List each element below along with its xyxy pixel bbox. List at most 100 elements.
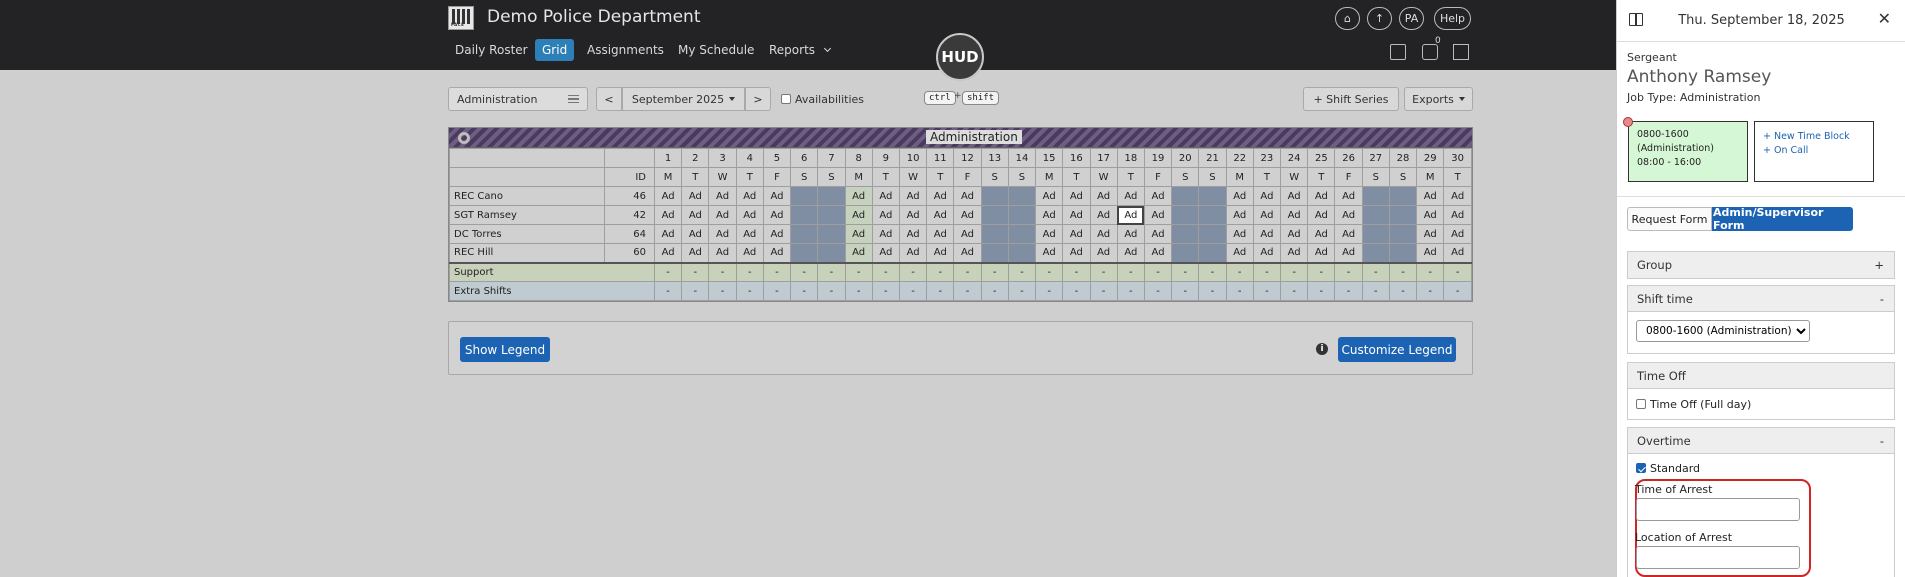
schedule-cell[interactable] <box>817 205 846 225</box>
day-number[interactable]: 2 <box>681 148 710 168</box>
day-number[interactable]: 9 <box>871 148 900 168</box>
empty-cell[interactable]: - <box>708 261 737 282</box>
empty-cell[interactable]: - <box>980 281 1009 301</box>
gear-icon[interactable] <box>458 132 470 144</box>
day-number[interactable]: 30 <box>1443 148 1472 168</box>
empty-cell[interactable]: - <box>1334 281 1363 301</box>
day-number[interactable]: 6 <box>790 148 819 168</box>
schedule-cell[interactable]: Ad <box>708 205 737 225</box>
schedule-cell[interactable]: Ad <box>1062 205 1091 225</box>
schedule-cell[interactable]: Ad <box>1416 205 1445 225</box>
empty-cell[interactable]: - <box>1007 281 1037 301</box>
schedule-cell[interactable]: Ad <box>1035 243 1064 263</box>
empty-cell[interactable]: - <box>953 281 982 301</box>
empty-cell[interactable]: - <box>953 261 982 282</box>
schedule-cell[interactable]: Ad <box>1307 243 1336 263</box>
time-off-body[interactable]: Time Off (Full day) <box>1628 389 1894 419</box>
schedule-cell[interactable] <box>1198 205 1227 225</box>
empty-cell[interactable]: - <box>1443 281 1472 301</box>
nav-reports[interactable]: Reports <box>769 43 831 57</box>
empty-cell[interactable]: - <box>1416 281 1445 301</box>
availabilities-toggle[interactable]: Availabilities <box>781 93 864 106</box>
collapse-icon[interactable]: - <box>1880 292 1884 306</box>
schedule-cell[interactable]: Ad <box>1416 224 1445 244</box>
day-number[interactable]: 10 <box>898 148 928 168</box>
schedule-cell[interactable] <box>1388 224 1418 244</box>
schedule-cell[interactable] <box>1007 243 1037 263</box>
time-block[interactable]: 0800-1600 (Administration) 08:00 - 16:00 <box>1628 121 1748 182</box>
schedule-cell[interactable]: Ad <box>1252 224 1282 244</box>
empty-cell[interactable]: - <box>844 261 873 282</box>
schedule-cell[interactable]: Ad <box>1280 243 1309 263</box>
schedule-cell[interactable]: Ad <box>1089 205 1118 225</box>
schedule-cell[interactable]: Ad <box>1307 224 1336 244</box>
schedule-cell[interactable] <box>790 205 819 225</box>
empty-cell[interactable]: - <box>653 261 683 282</box>
schedule-cell[interactable]: Ad <box>1062 224 1091 244</box>
schedule-cell[interactable] <box>817 224 846 244</box>
schedule-cell[interactable] <box>1388 243 1418 263</box>
building-icon[interactable]: ⌂ <box>1335 7 1360 30</box>
schedule-cell[interactable]: Ad <box>735 224 764 244</box>
empty-cell[interactable]: - <box>1116 261 1145 282</box>
empty-cell[interactable]: - <box>844 281 873 301</box>
schedule-cell[interactable]: Ad <box>1116 205 1145 225</box>
schedule-cell[interactable]: Ad <box>1443 243 1472 263</box>
empty-cell[interactable]: - <box>653 281 683 301</box>
schedule-cell[interactable]: Ad <box>1225 224 1254 244</box>
schedule-cell[interactable]: Ad <box>1334 224 1363 244</box>
schedule-cell[interactable]: Ad <box>1062 243 1091 263</box>
schedule-cell[interactable]: Ad <box>1116 243 1145 263</box>
schedule-cell[interactable] <box>1361 224 1390 244</box>
day-number[interactable]: 26 <box>1334 148 1363 168</box>
day-number[interactable]: 12 <box>953 148 982 168</box>
app-title[interactable]: Demo Police Department <box>487 7 701 27</box>
exports-button[interactable]: Exports <box>1404 87 1473 111</box>
schedule-cell[interactable] <box>980 205 1009 225</box>
day-number[interactable]: 19 <box>1143 148 1173 168</box>
schedule-cell[interactable]: Ad <box>1280 186 1309 206</box>
empty-cell[interactable]: - <box>1361 261 1390 282</box>
day-number[interactable]: 1 <box>653 148 683 168</box>
schedule-cell[interactable]: Ad <box>653 205 683 225</box>
schedule-cell[interactable] <box>980 243 1009 263</box>
group-section-header[interactable]: Group + <box>1628 252 1894 278</box>
schedule-cell[interactable]: Ad <box>762 224 792 244</box>
day-number[interactable]: 7 <box>817 148 846 168</box>
schedule-cell[interactable]: Ad <box>1280 205 1309 225</box>
empty-cell[interactable]: - <box>1334 261 1363 282</box>
empty-cell[interactable]: - <box>980 261 1009 282</box>
officer-name-cell[interactable]: REC Hill <box>449 243 605 263</box>
schedule-cell[interactable]: Ad <box>1252 205 1282 225</box>
schedule-cell[interactable] <box>790 186 819 206</box>
next-month-button[interactable]: > <box>745 87 771 111</box>
empty-cell[interactable]: - <box>898 261 928 282</box>
empty-cell[interactable]: - <box>1143 261 1173 282</box>
empty-cell[interactable]: - <box>1307 261 1336 282</box>
empty-cell[interactable]: - <box>898 281 928 301</box>
schedule-cell[interactable]: Ad <box>681 186 710 206</box>
collapse-icon[interactable]: - <box>1880 434 1884 448</box>
empty-cell[interactable]: - <box>1062 261 1091 282</box>
empty-cell[interactable]: - <box>1089 281 1118 301</box>
schedule-cell[interactable]: Ad <box>1143 243 1173 263</box>
schedule-cell[interactable] <box>1361 205 1390 225</box>
close-icon[interactable]: ✕ <box>1878 9 1891 28</box>
schedule-cell[interactable] <box>790 243 819 263</box>
schedule-cell[interactable]: Ad <box>681 224 710 244</box>
empty-cell[interactable]: - <box>1198 261 1227 282</box>
schedule-cell[interactable]: Ad <box>898 243 928 263</box>
on-call-link[interactable]: + On Call <box>1763 144 1865 158</box>
expand-icon[interactable]: + <box>1874 258 1884 272</box>
empty-cell[interactable]: - <box>1280 281 1309 301</box>
hud-button[interactable]: HUD <box>936 33 984 81</box>
day-number[interactable]: 18 <box>1116 148 1145 168</box>
shift-time-select[interactable]: 0800-1600 (Administration) <box>1636 320 1810 342</box>
officer-name-cell[interactable]: SGT Ramsey <box>449 205 605 225</box>
schedule-cell[interactable] <box>1171 205 1200 225</box>
building-grid-icon[interactable] <box>1453 44 1469 60</box>
schedule-cell[interactable]: Ad <box>1280 224 1309 244</box>
day-number[interactable]: 29 <box>1416 148 1445 168</box>
day-number[interactable]: 28 <box>1388 148 1418 168</box>
empty-cell[interactable]: - <box>926 261 955 282</box>
